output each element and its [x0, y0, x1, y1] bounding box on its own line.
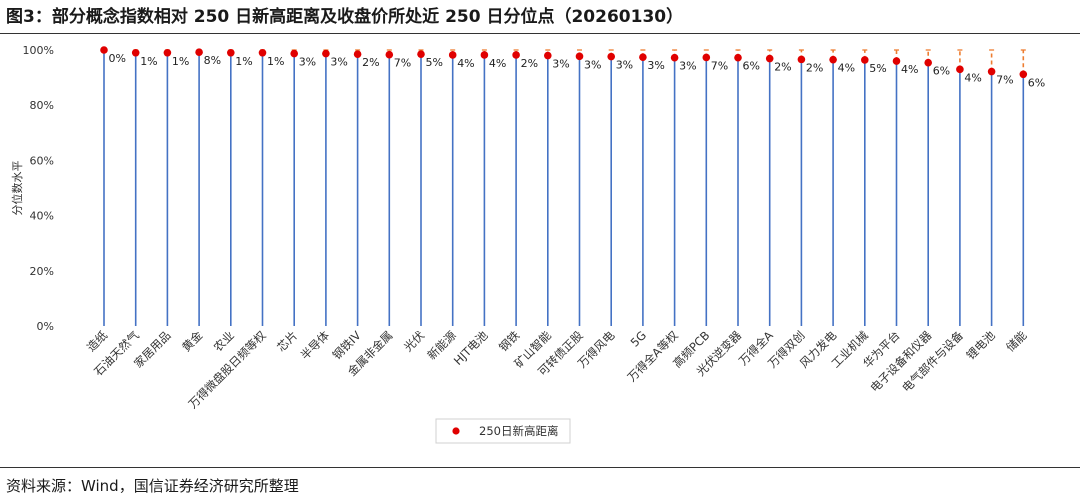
- distance-point: [797, 55, 806, 64]
- data-label: 1%: [235, 55, 252, 68]
- data-label: 3%: [584, 58, 601, 71]
- category-label: 半导体: [298, 328, 333, 363]
- distance-point: [544, 51, 552, 60]
- distance-point: [861, 56, 869, 64]
- distance-point: [417, 50, 425, 58]
- distance-point: [670, 53, 679, 62]
- data-label: 7%: [996, 74, 1013, 87]
- data-label: 3%: [299, 56, 316, 69]
- y-tick-label: 60%: [30, 154, 54, 167]
- data-label: 0%: [109, 52, 126, 65]
- category-label: 造纸: [84, 328, 111, 355]
- data-label: 3%: [679, 60, 696, 73]
- distance-point: [702, 53, 711, 62]
- data-label: 6%: [743, 60, 760, 73]
- data-label: 6%: [933, 65, 950, 78]
- distance-point: [448, 51, 457, 59]
- data-label: 3%: [330, 56, 347, 69]
- y-tick-label: 80%: [30, 99, 54, 112]
- data-label: 2%: [362, 56, 379, 69]
- data-label: 3%: [616, 59, 633, 72]
- distance-point: [734, 53, 742, 62]
- category-label: 黄金: [179, 328, 206, 355]
- data-label: 2%: [521, 57, 538, 70]
- data-label: 4%: [457, 57, 474, 70]
- x-axis: 造纸石油天然气家居用品 黄金 农业万得微盘股日频等权 芯片半导体钢铁IV金属非金属 光伏…: [84, 328, 1030, 411]
- distance-point: [258, 48, 267, 57]
- data-label: 6%: [1028, 76, 1045, 89]
- data-label: 1%: [172, 55, 189, 68]
- distance-point: [575, 52, 584, 61]
- distance-point: [639, 53, 647, 61]
- category-label: 5G: [628, 328, 649, 349]
- legend-label: 250日新高距离: [479, 424, 558, 438]
- y-tick-label: 20%: [30, 265, 54, 278]
- data-label: 5%: [426, 56, 443, 69]
- plot-area: 0% 1% 1% 8% 1% 1% 3% 3% 2% 7% 5% 4% 4% 2% 3% 3% 3% 3% 3% 7%…: [100, 46, 1045, 326]
- data-label: 3%: [552, 58, 569, 71]
- y-tick-label: 40%: [30, 210, 54, 223]
- distance-point: [512, 51, 520, 59]
- distance-point: [1019, 70, 1028, 79]
- category-label: 农业: [211, 328, 237, 354]
- distance-point: [100, 46, 108, 54]
- data-label: 4%: [964, 71, 981, 84]
- source-note: 资料来源：Wind，国信证券经济研究所整理: [6, 477, 299, 495]
- distance-point: [924, 58, 932, 67]
- distance-point: [892, 57, 901, 65]
- distance-point: [829, 55, 837, 64]
- data-label: 2%: [806, 61, 823, 74]
- distance-point: [765, 54, 774, 63]
- chart-svg: 0% 20% 40% 60% 80% 100% 分位数水平 0% 1% 1% 8% 1% 1% 3% 3%…: [10, 44, 1045, 444]
- data-label: 4%: [489, 57, 506, 70]
- distance-point: [290, 49, 299, 58]
- distance-point: [195, 48, 203, 57]
- distance-point: [480, 51, 489, 59]
- category-label: 钢铁: [496, 328, 523, 355]
- y-axis-label: 分位数水平: [10, 161, 24, 216]
- bottom-divider: [0, 467, 1080, 468]
- data-label: 2%: [774, 61, 791, 74]
- category-label: 光伏: [401, 328, 428, 355]
- category-label: HJT电池: [451, 328, 491, 368]
- distance-point: [385, 50, 394, 59]
- data-label: 4%: [838, 62, 855, 75]
- distance-point: [163, 48, 172, 57]
- data-label: 1%: [140, 55, 157, 68]
- distance-point: [956, 65, 964, 74]
- category-label: 储能: [1003, 328, 1030, 355]
- distance-point: [987, 67, 996, 76]
- y-axis: 0% 20% 40% 60% 80% 100% 分位数水平: [10, 44, 54, 333]
- data-label: 8%: [204, 54, 221, 67]
- data-label: 3%: [647, 59, 664, 72]
- data-label: 7%: [711, 59, 728, 72]
- data-label: 1%: [267, 55, 284, 68]
- distance-point: [131, 48, 140, 57]
- distance-point: [607, 52, 615, 61]
- data-label: 7%: [394, 57, 411, 70]
- distance-point: [227, 48, 235, 57]
- data-label: 4%: [901, 63, 918, 76]
- category-label: 锂电池: [963, 328, 998, 363]
- y-tick-label: 100%: [23, 44, 54, 57]
- legend-marker: [452, 427, 460, 435]
- distance-point: [353, 50, 362, 58]
- distance-point: [322, 49, 330, 58]
- category-label: 芯片: [274, 328, 300, 354]
- data-label: 5%: [869, 62, 886, 75]
- legend: 250日新高距离: [435, 418, 571, 444]
- y-tick-label: 0%: [37, 320, 54, 333]
